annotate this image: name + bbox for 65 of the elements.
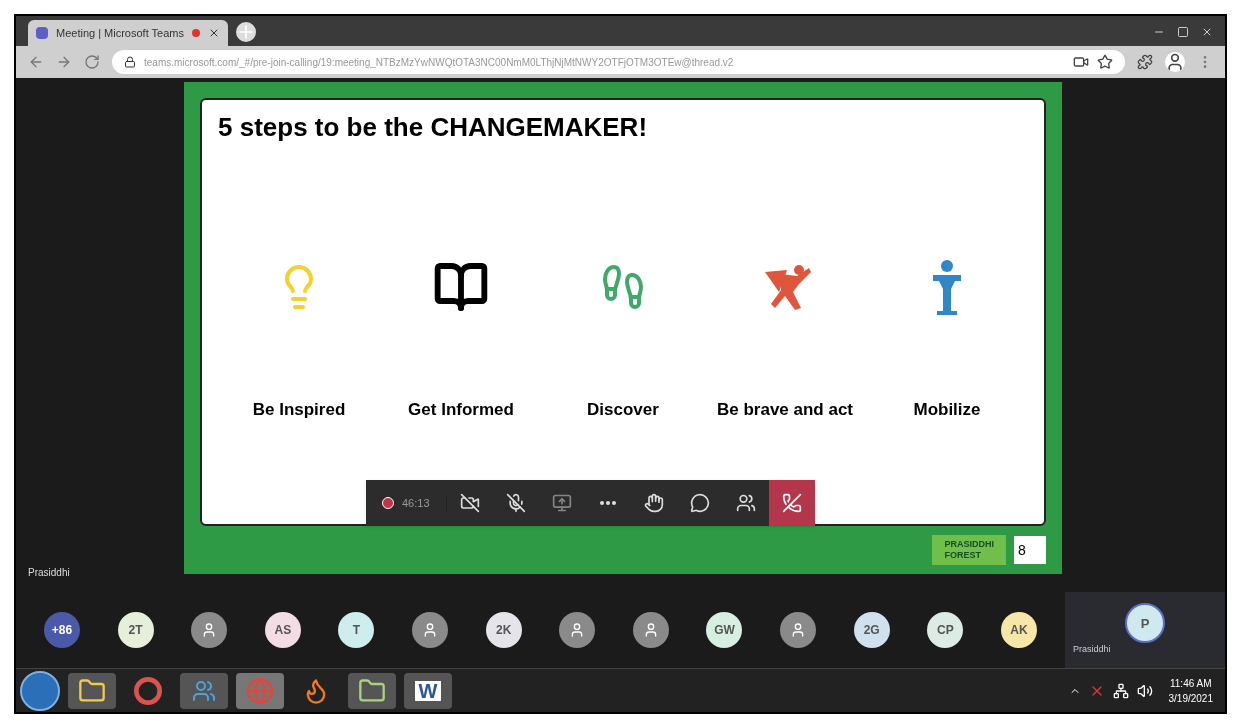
step-label: Be brave and act	[716, 399, 854, 421]
participant-avatar[interactable]	[191, 612, 228, 648]
slide-title: 5 steps to be the CHANGEMAKER!	[218, 111, 649, 144]
step-label: Get Informed	[408, 399, 514, 421]
forward-icon[interactable]	[56, 54, 72, 70]
self-name: Prasiddhi	[1072, 643, 1111, 657]
close-tab-icon[interactable]	[208, 27, 220, 39]
volume-icon[interactable]	[1136, 682, 1153, 699]
participant-avatar[interactable]: CP	[927, 612, 964, 648]
network-icon[interactable]	[1112, 682, 1129, 699]
participant-avatar[interactable]: AK	[1000, 612, 1037, 648]
profile-avatar-icon[interactable]	[1165, 52, 1185, 72]
more-icon	[599, 501, 616, 505]
url-text: teams.microsoft.com/_#/pre-join-calling/19:meeting_NTBzMzYwNWQtOTA3NC00NmM0LThjNjMtNWY2OTFjOTM3OTEw@thread.v2	[144, 55, 735, 70]
people-icon	[192, 678, 216, 703]
self-avatar: P	[1125, 603, 1165, 644]
browser-tab[interactable]: Meeting | Microsoft Teams	[28, 20, 228, 46]
participant-avatar[interactable]: T	[338, 612, 375, 648]
step-label: Be Inspired	[252, 399, 346, 421]
word-button[interactable]: W	[404, 672, 452, 709]
call-timer: 46:13	[402, 495, 430, 511]
slide-page-number: 8	[1014, 536, 1046, 564]
participant-avatar[interactable]	[780, 612, 817, 648]
file-explorer-button[interactable]	[68, 672, 116, 709]
browser-button[interactable]	[236, 672, 284, 709]
participant-avatar[interactable]: 2G	[853, 612, 890, 648]
step-label: Mobilize	[913, 399, 981, 421]
bookmark-star-icon[interactable]	[1097, 54, 1113, 70]
participant-avatar[interactable]: GW	[706, 612, 743, 648]
participant-avatar[interactable]	[632, 612, 669, 648]
folder-icon	[78, 676, 106, 705]
step-label: Discover	[587, 399, 659, 421]
participant-avatar[interactable]: AS	[264, 612, 301, 648]
people-icon	[735, 493, 756, 513]
participant-avatar[interactable]: 2T	[117, 612, 154, 648]
phone-icon	[781, 493, 802, 513]
hand-icon	[643, 493, 664, 513]
globe-icon	[246, 676, 274, 705]
hang-up-button[interactable]	[768, 480, 815, 526]
back-icon[interactable]	[28, 54, 44, 70]
maximize-icon[interactable]	[1177, 26, 1189, 38]
files-app-button[interactable]	[348, 672, 396, 709]
share-screen-icon	[551, 493, 572, 513]
mic-off-icon	[505, 493, 526, 513]
system-clock[interactable]: 11:46 AM 3/19/2021	[1160, 675, 1221, 706]
folder-icon	[358, 676, 386, 705]
new-tab-icon[interactable]	[236, 22, 256, 42]
chat-icon	[689, 493, 710, 513]
reload-icon[interactable]	[84, 54, 100, 70]
presenter-name: Prasiddhi	[28, 566, 71, 580]
people-app-button[interactable]	[180, 672, 228, 709]
start-button[interactable]	[20, 670, 60, 711]
recording-icon	[382, 497, 394, 509]
lock-icon	[124, 56, 136, 68]
teams-tab-icon	[36, 27, 48, 39]
tab-title: Meeting | Microsoft Teams	[56, 25, 184, 41]
participant-avatar[interactable]: 2K	[485, 612, 522, 648]
participant-avatar[interactable]	[559, 612, 596, 648]
extensions-icon[interactable]	[1137, 54, 1153, 70]
more-participants-badge[interactable]: +86	[44, 612, 80, 648]
camera-icon[interactable]	[1073, 54, 1089, 70]
camera-off-icon	[459, 493, 480, 513]
close-icon[interactable]	[1201, 26, 1213, 38]
participant-avatar[interactable]	[412, 612, 449, 648]
forest-logo: PRASIDDHI FOREST	[932, 534, 1006, 566]
